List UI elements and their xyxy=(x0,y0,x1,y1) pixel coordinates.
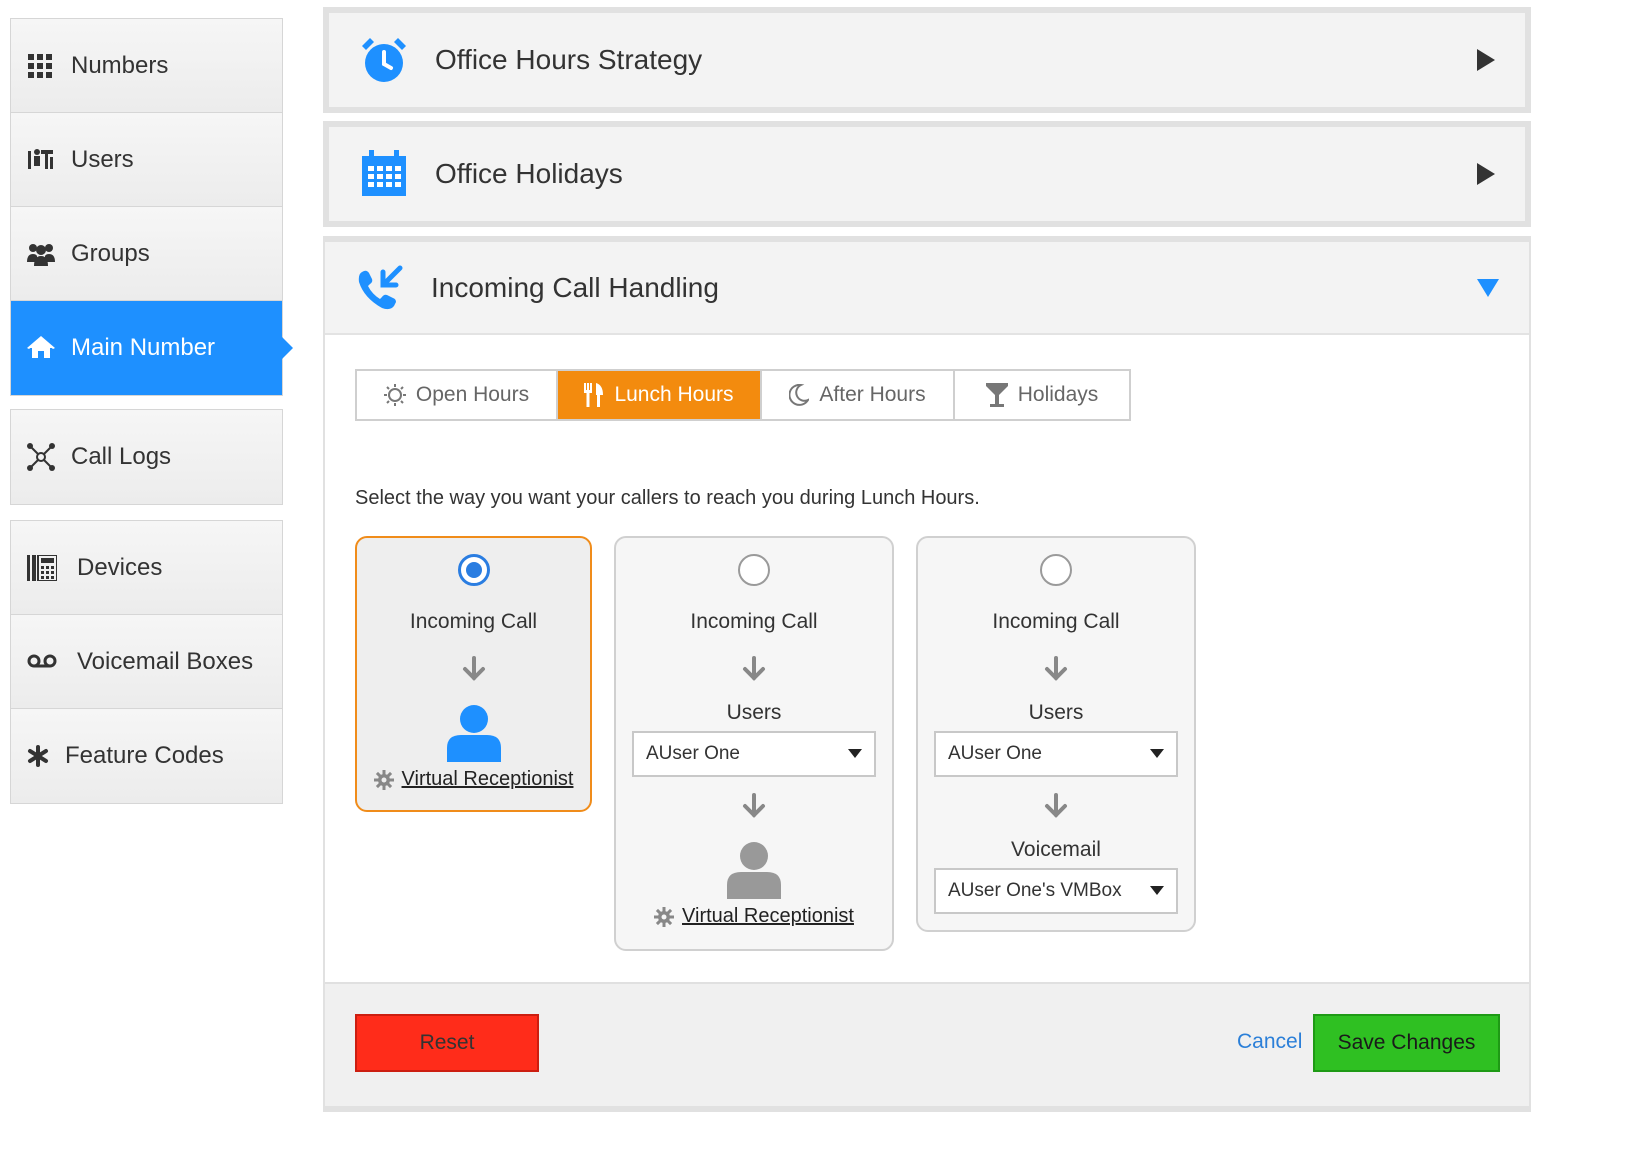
option-card-users-receptionist[interactable]: Incoming Call Users AUser One Virtual Re… xyxy=(614,536,894,951)
option-card-users-voicemail[interactable]: Incoming Call Users AUser One Voicemail … xyxy=(916,536,1196,932)
sidebar-item-users[interactable]: Users xyxy=(11,113,282,207)
incoming-call-title: Incoming Call Handling xyxy=(431,271,719,303)
users-label: Users xyxy=(726,701,782,724)
users-select-value: AUser One xyxy=(948,743,1042,764)
virtual-receptionist-label: Virtual Receptionist xyxy=(401,768,574,790)
sidebar-item-feature-codes[interactable]: Feature Codes xyxy=(11,709,282,803)
voicemail-select[interactable]: AUser One's VMBox xyxy=(934,868,1178,914)
incoming-call-panel: Incoming Call Handling Open Hours Lunch … xyxy=(323,236,1531,1108)
caret-right-icon xyxy=(1477,49,1495,76)
tab-open-hours[interactable]: Open Hours xyxy=(357,371,558,419)
network-icon xyxy=(27,442,63,472)
tab-holidays[interactable]: Holidays xyxy=(955,371,1129,419)
option-radio[interactable] xyxy=(738,554,770,586)
incoming-call-label: Incoming Call xyxy=(992,610,1120,633)
sidebar-item-devices[interactable]: Devices xyxy=(11,521,282,615)
virtual-receptionist-link[interactable]: Virtual Receptionist xyxy=(616,905,892,928)
sidebar-item-label: Devices xyxy=(77,553,163,581)
caret-right-icon xyxy=(1477,163,1495,190)
sidebar-item-label: Numbers xyxy=(71,51,169,79)
incoming-call-label: Incoming Call xyxy=(690,610,818,633)
reset-button[interactable]: Reset xyxy=(355,1014,539,1072)
gear-icon xyxy=(373,769,394,790)
tab-label: Lunch Hours xyxy=(614,383,734,406)
arrow-down-icon xyxy=(461,656,487,687)
sidebar-item-label: Main Number xyxy=(71,334,216,361)
incoming-call-label: Incoming Call xyxy=(409,610,538,633)
voicemail-icon xyxy=(27,647,63,677)
cocktail-icon xyxy=(985,383,1008,407)
virtual-receptionist-link[interactable]: Virtual Receptionist xyxy=(357,768,590,791)
users-select-value: AUser One xyxy=(646,743,740,764)
group-icon xyxy=(27,239,63,269)
chevron-down-icon xyxy=(848,749,862,758)
arrow-down-icon xyxy=(741,793,767,824)
panel-footer: Reset Cancel Save Changes xyxy=(325,982,1529,1108)
voicemail-select-value: AUser One's VMBox xyxy=(948,880,1122,901)
office-holidays-title: Office Holidays xyxy=(435,158,623,189)
sidebar-nav-top: Numbers Users Groups Main Number xyxy=(10,18,293,396)
sidebar-item-main-number[interactable]: Main Number xyxy=(11,301,293,395)
sidebar-item-call-logs[interactable]: Call Logs xyxy=(11,410,282,504)
calendar-icon xyxy=(359,149,409,199)
office-hours-panel: Office Hours Strategy xyxy=(323,7,1531,113)
caret-down-icon xyxy=(1477,278,1499,302)
schedule-tabs: Open Hours Lunch Hours After Hours Holid… xyxy=(355,369,1131,421)
voicemail-label: Voicemail xyxy=(1011,838,1101,861)
sidebar-item-label: Voicemail Boxes xyxy=(77,647,254,675)
option-radio[interactable] xyxy=(1040,554,1072,586)
home-icon xyxy=(27,333,63,363)
arrow-down-icon xyxy=(741,656,767,687)
tab-label: Open Hours xyxy=(415,383,530,406)
users-label: Users xyxy=(1028,701,1084,724)
grid-icon xyxy=(27,51,63,81)
option-card-receptionist[interactable]: Incoming Call Virtual Receptionist xyxy=(355,536,592,812)
sidebar-item-groups[interactable]: Groups xyxy=(11,207,282,301)
instruction-text: Select the way you want your callers to … xyxy=(355,487,980,509)
person-icon xyxy=(446,704,501,767)
sidebar-item-numbers[interactable]: Numbers xyxy=(11,19,282,113)
sidebar-nav-bottom: Call Logs xyxy=(10,409,283,505)
sidebar-item-label: Call Logs xyxy=(71,443,172,470)
users-select[interactable]: AUser One xyxy=(934,731,1178,777)
users-select[interactable]: AUser One xyxy=(632,731,876,777)
office-holidays-panel-header[interactable]: Office Holidays xyxy=(329,127,1525,221)
tab-after-hours[interactable]: After Hours xyxy=(762,371,955,419)
gear-icon xyxy=(654,906,675,927)
utensils-icon xyxy=(584,383,604,407)
chevron-down-icon xyxy=(1150,749,1164,758)
sidebar-item-label: Users xyxy=(71,145,134,173)
sun-icon xyxy=(383,384,406,406)
arrow-down-icon xyxy=(1043,793,1069,824)
moon-icon xyxy=(789,384,810,406)
phone-device-icon xyxy=(27,553,63,583)
asterisk-icon xyxy=(27,741,57,771)
virtual-receptionist-label: Virtual Receptionist xyxy=(682,905,854,927)
person-icon xyxy=(727,841,781,904)
incoming-call-panel-header[interactable]: Incoming Call Handling xyxy=(325,242,1529,335)
tab-label: After Hours xyxy=(819,383,926,406)
users-icon xyxy=(27,145,63,175)
save-changes-button[interactable]: Save Changes xyxy=(1313,1014,1500,1072)
sidebar-nav-system: Devices Voicemail Boxes Feature Codes xyxy=(10,520,283,804)
chevron-down-icon xyxy=(1150,886,1164,895)
sidebar-item-label: Feature Codes xyxy=(65,742,224,769)
sidebar-item-voicemail-boxes[interactable]: Voicemail Boxes xyxy=(11,615,282,709)
arrow-down-icon xyxy=(1043,656,1069,687)
cancel-button[interactable]: Cancel xyxy=(1237,1030,1302,1054)
incoming-call-icon xyxy=(355,263,405,313)
option-radio[interactable] xyxy=(457,554,490,586)
next-panel-edge xyxy=(323,1106,1531,1112)
office-holidays-panel: Office Holidays xyxy=(323,121,1531,227)
office-hours-title: Office Hours Strategy xyxy=(435,44,703,75)
office-hours-panel-header[interactable]: Office Hours Strategy xyxy=(329,13,1525,107)
tab-lunch-hours[interactable]: Lunch Hours xyxy=(558,371,762,419)
tab-label: Holidays xyxy=(1017,383,1099,406)
sidebar-item-label: Groups xyxy=(71,239,150,267)
alarm-clock-icon xyxy=(359,35,409,85)
